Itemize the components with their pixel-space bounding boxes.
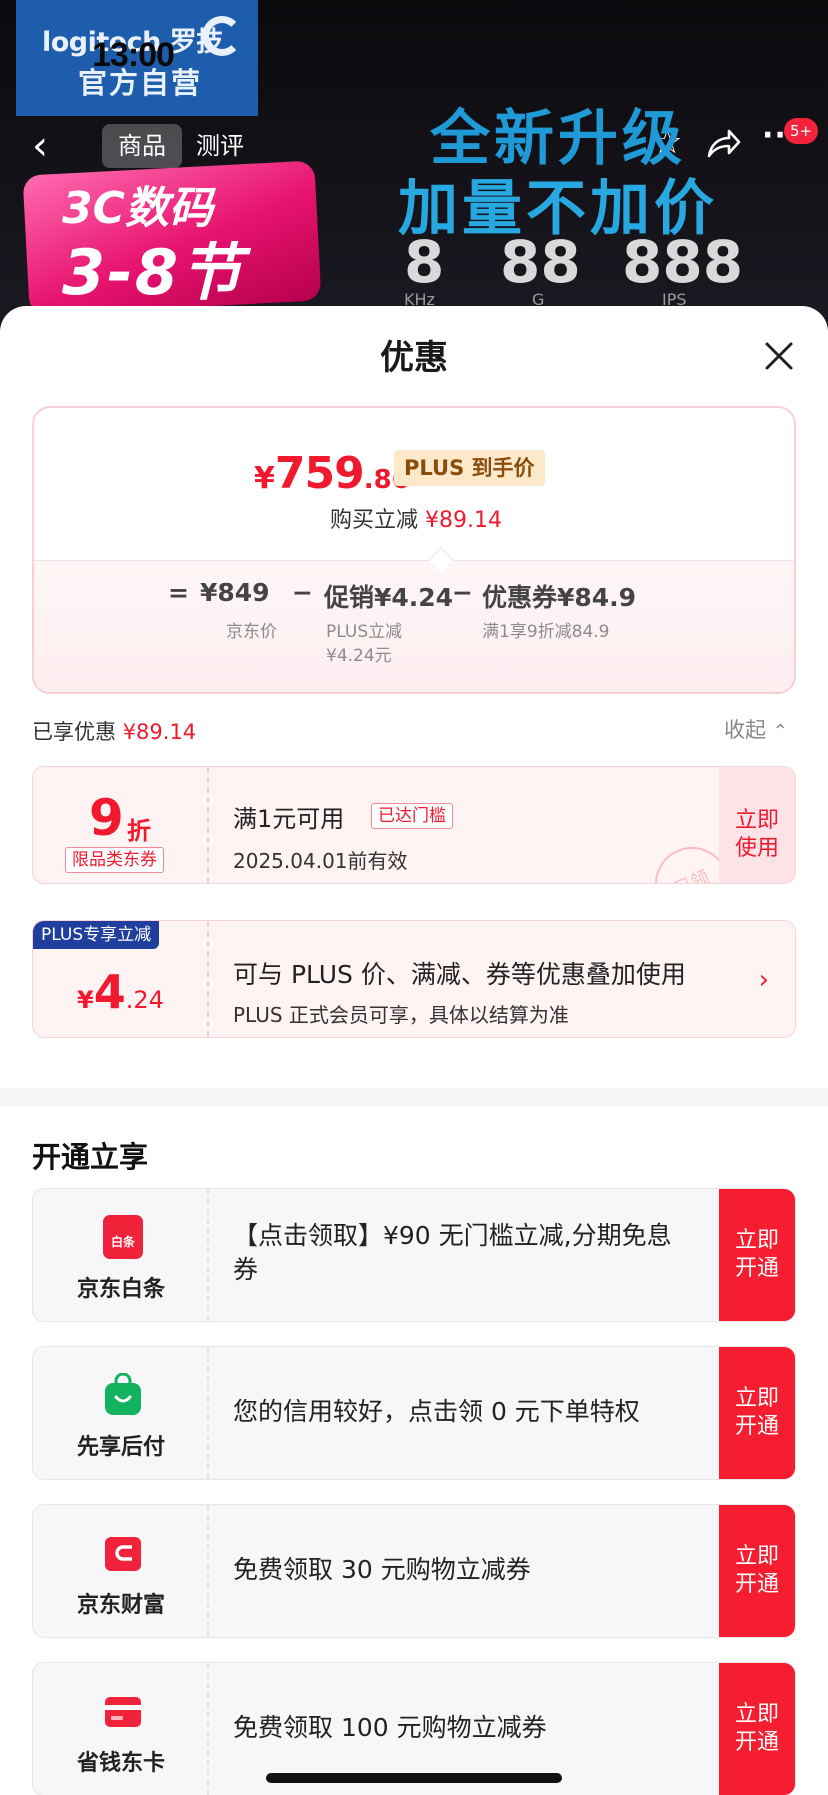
- section-divider: [0, 1088, 828, 1106]
- coupon-category-tag: 限品类东券: [65, 847, 164, 873]
- service-card-baitiao[interactable]: 白条 京东白条 【点击领取】¥90 无门槛立减,分期免息券 立即开通: [32, 1188, 796, 1322]
- tab-product[interactable]: 商品: [102, 124, 182, 168]
- plus-price-tag: PLUS 到手价: [394, 450, 545, 486]
- service-name: 先享后付: [76, 1435, 165, 1460]
- notification-badge: 5+: [784, 118, 818, 144]
- promo-amount: 促销¥4.24: [324, 583, 454, 612]
- use-coupon-button[interactable]: 立即使用: [719, 767, 795, 883]
- coupon-amount: 优惠券¥84.9: [482, 583, 637, 612]
- coupon-condition: 满1元可用: [233, 805, 345, 833]
- product-page-background: logitech 罗技 官方自营 13:00 ‹ 商品 测评 ☆ ··· 5+ …: [0, 0, 828, 330]
- plus-discount-amount: ¥4.24: [77, 965, 164, 1019]
- service-brand-area: 先享后付: [33, 1347, 209, 1479]
- activate-button[interactable]: 立即开通: [719, 1347, 795, 1479]
- spec-value: 88: [500, 228, 581, 296]
- chevron-up-icon: ⌃: [772, 721, 788, 742]
- instant-discount: 购买立减 ¥89.14: [34, 502, 794, 534]
- collapse-label: 收起: [724, 718, 766, 742]
- coupon-amount-label: 满1享9折减84.9: [482, 622, 610, 642]
- home-indicator[interactable]: [266, 1773, 562, 1783]
- service-card-pay-later[interactable]: 先享后付 您的信用较好，点击领 0 元下单特权 立即开通: [32, 1346, 796, 1480]
- final-price: ¥759.86: [254, 448, 410, 499]
- threshold-reached-tag: 已达门槛: [371, 803, 453, 829]
- activate-button[interactable]: 立即开通: [719, 1663, 795, 1795]
- plus-currency: ¥: [77, 986, 94, 1014]
- coupon-discount-number: 9: [89, 789, 124, 847]
- promo-line2: 3-8节: [62, 236, 245, 309]
- minus-sign: −: [292, 578, 313, 607]
- jd-price: ¥849: [200, 578, 270, 607]
- plus-discount-card[interactable]: PLUS专享立减 ¥4.24 可与 PLUS 价、满减、券等优惠叠加使用 PLU…: [32, 920, 796, 1038]
- plus-value-area: PLUS专享立减 ¥4.24: [33, 921, 209, 1037]
- service-description: 免费领取 30 元购物立减券: [233, 1555, 531, 1584]
- discount-coupon-card[interactable]: 9 折 限品类东券 满1元可用 已达门槛 2025.04.01前有效 已领 立即…: [32, 766, 796, 884]
- chevron-left-icon[interactable]: ‹: [32, 126, 48, 166]
- instant-discount-value: ¥89.14: [425, 508, 502, 533]
- baitiao-icon: 白条: [103, 1215, 143, 1259]
- instant-discount-label: 购买立减: [330, 508, 419, 533]
- collapse-button[interactable]: 收起 ⌃: [724, 714, 788, 744]
- plus-description: 可与 PLUS 价、满减、券等优惠叠加使用: [233, 960, 686, 989]
- chevron-right-icon[interactable]: ›: [759, 965, 769, 995]
- card-icon: [105, 1697, 141, 1727]
- service-brand-area: 省钱东卡: [33, 1663, 209, 1795]
- service-description: 免费领取 100 元购物立减券: [233, 1713, 547, 1742]
- promo-amount-label: PLUS立减 ¥4.24元: [326, 622, 403, 666]
- activate-button[interactable]: 立即开通: [719, 1189, 795, 1321]
- open-section-title: 开通立享: [32, 1140, 149, 1174]
- service-card-wealth[interactable]: 京东财富 免费领取 30 元购物立减券 立即开通: [32, 1504, 796, 1638]
- activate-button[interactable]: 立即开通: [719, 1505, 795, 1637]
- wallet-icon: [105, 1537, 141, 1571]
- enjoyed-value: ¥89.14: [122, 720, 197, 744]
- price-currency: ¥: [254, 461, 275, 496]
- plus-note: PLUS 正式会员可享，具体以结算为准: [233, 1003, 569, 1027]
- plus-decimal: .24: [125, 986, 164, 1014]
- service-brand-area: 京东财富: [33, 1505, 209, 1637]
- service-brand-area: 白条 京东白条: [33, 1189, 209, 1321]
- jd-price-label: 京东价: [226, 622, 277, 642]
- plus-ribbon: PLUS专享立减: [33, 921, 160, 949]
- coupon-discount-unit: 折: [127, 817, 151, 845]
- equals-sign: =: [168, 578, 189, 607]
- share-icon[interactable]: [705, 126, 741, 162]
- baitiao-icon-label: 白条: [110, 1235, 135, 1249]
- price-integer: 759: [274, 448, 365, 499]
- service-description: 您的信用较好，点击领 0 元下单特权: [233, 1397, 640, 1426]
- spec-value: 888: [622, 228, 744, 296]
- tab-review[interactable]: 测评: [196, 124, 244, 168]
- status-time: 13:00: [92, 36, 175, 74]
- coupon-value-area: 9 折 限品类东券: [33, 767, 209, 883]
- service-description: 【点击领取】¥90 无门槛立减,分期免息券: [233, 1221, 672, 1284]
- service-name: 京东财富: [76, 1593, 165, 1618]
- enjoyed-label: 已享优惠: [32, 720, 116, 744]
- logitech-g-icon: [202, 16, 242, 56]
- spec-value: 8: [404, 228, 445, 296]
- service-name: 省钱东卡: [76, 1751, 165, 1776]
- coupon-validity: 2025.04.01前有效: [233, 849, 408, 873]
- minus-sign: −: [452, 578, 473, 607]
- discount-sheet: 优惠 ¥759.86 PLUS 到手价 购买立减 ¥89.14 = ¥849 −…: [0, 306, 828, 1795]
- sheet-title: 优惠: [380, 338, 448, 378]
- enjoyed-discount: 已享优惠 ¥89.14: [32, 716, 196, 746]
- shopping-bag-icon: [105, 1373, 141, 1415]
- plus-integer: 4: [93, 965, 126, 1019]
- service-name: 京东白条: [76, 1277, 165, 1302]
- price-breakdown-card: ¥759.86 PLUS 到手价 购买立减 ¥89.14 = ¥849 − 促销…: [32, 406, 796, 694]
- close-icon[interactable]: [757, 334, 801, 378]
